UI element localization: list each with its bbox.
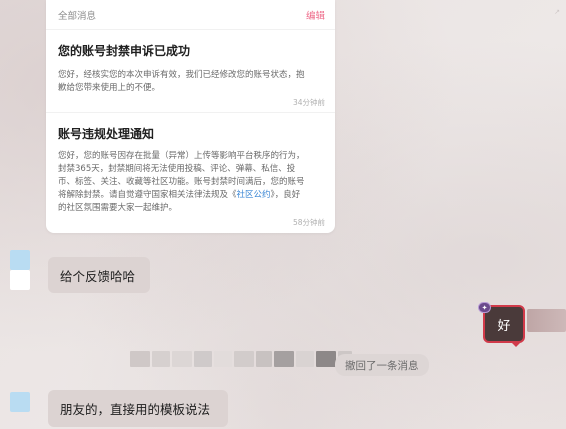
edit-button[interactable]: 编辑 <box>306 8 325 22</box>
notification-item[interactable]: 账号违规处理通知 您好，您的账号因存在批量（异常）上传等影响平台秩序的行为， 封… <box>46 113 335 232</box>
censored-username-mosaic <box>130 348 354 370</box>
notification-time: 34分钟前 <box>292 98 325 107</box>
recall-notice: 撤回了一条消息 <box>335 354 429 376</box>
avatar[interactable] <box>527 309 566 332</box>
notification-title: 账号违规处理通知 <box>58 127 155 141</box>
card-header: 全部消息 编辑 <box>46 0 335 30</box>
notification-body: 您好，您的账号因存在批量（异常）上传等影响平台秩序的行为， 封禁365天，封禁期… <box>58 150 323 215</box>
system-notification-card: 全部消息 编辑 您的账号封禁申诉已成功 您好，经核实您的本次申诉有效，我们已经修… <box>46 0 335 233</box>
notification-time: 58分钟前 <box>292 218 325 227</box>
watermark-mark: ↗ <box>554 8 560 16</box>
notification-title: 您的账号封禁申诉已成功 <box>58 44 191 58</box>
notification-body: 您好，经核实您的本次申诉有效，我们已经修改您的账号状态，抱 歉给您带来使用上的不… <box>58 70 305 93</box>
bubble-tail <box>510 341 522 347</box>
avatar-placeholder <box>10 270 30 290</box>
avatar[interactable] <box>10 250 30 270</box>
notification-item[interactable]: 您的账号封禁申诉已成功 您好，经核实您的本次申诉有效，我们已经修改您的账号状态，… <box>46 30 335 113</box>
vip-badge-icon: ✦ <box>478 302 491 313</box>
all-messages-label: 全部消息 <box>58 10 97 22</box>
chat-bubble-incoming[interactable]: 朋友的，直接用的模板说法 <box>48 390 228 427</box>
chat-bubble-incoming[interactable]: 给个反馈哈哈 <box>48 257 150 293</box>
avatar[interactable] <box>10 392 30 412</box>
community-rules-link[interactable]: 社区公约 <box>237 190 271 200</box>
